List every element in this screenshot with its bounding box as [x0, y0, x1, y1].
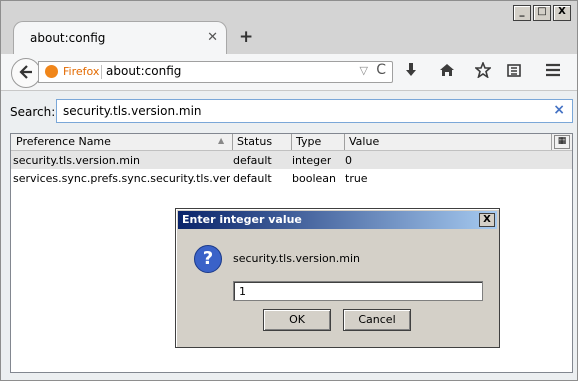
pref-name: services.sync.prefs.sync.security.tls.ve…	[13, 172, 230, 185]
close-window-button[interactable]: X	[553, 5, 571, 21]
pref-value: true	[345, 172, 368, 185]
search-label: Search:	[10, 105, 56, 119]
column-divider[interactable]	[344, 134, 345, 150]
url-bar[interactable]: Firefox about:config ▽ C	[38, 61, 393, 83]
search-input[interactable]: security.tls.version.min ×	[56, 99, 573, 123]
pref-status: default	[233, 172, 272, 185]
pref-status: default	[233, 154, 272, 167]
window-controls: _ □ X	[513, 5, 571, 21]
url-text[interactable]: about:config	[106, 64, 181, 78]
download-icon[interactable]	[403, 62, 419, 82]
firefox-icon	[45, 65, 58, 78]
url-separator	[101, 65, 102, 79]
column-divider[interactable]	[232, 134, 233, 150]
identity-label[interactable]: Firefox	[63, 65, 99, 78]
column-divider[interactable]	[551, 134, 552, 150]
column-picker-icon[interactable]: ▦	[554, 135, 570, 149]
pref-type: boolean	[292, 172, 336, 185]
tab-about-config[interactable]: about:config ✕	[13, 21, 227, 55]
back-arrow-icon[interactable]	[11, 58, 41, 88]
column-header-type[interactable]: Type	[296, 135, 321, 148]
reload-icon[interactable]: C	[376, 62, 386, 78]
column-header-value[interactable]: Value	[349, 135, 379, 148]
pref-type: integer	[292, 154, 332, 167]
table-header: Preference Name ▲ Status Type Value ▦	[11, 134, 572, 151]
star-icon[interactable]	[473, 60, 493, 82]
table-row[interactable]: security.tls.version.min default integer…	[11, 151, 572, 169]
hamburger-icon[interactable]	[544, 62, 562, 82]
dialog-title: Enter integer value	[182, 213, 302, 226]
enter-integer-dialog: Enter integer value X ? security.tls.ver…	[175, 208, 500, 348]
ok-button[interactable]: OK	[263, 309, 331, 331]
column-header-status[interactable]: Status	[237, 135, 272, 148]
navigation-bar: Firefox about:config ▽ C	[1, 54, 577, 91]
integer-input-value: 1	[239, 285, 246, 298]
cancel-button[interactable]: Cancel	[343, 309, 411, 331]
clear-search-icon[interactable]: ×	[553, 102, 565, 118]
maximize-button[interactable]: □	[533, 5, 551, 21]
column-header-name[interactable]: Preference Name	[16, 135, 111, 148]
integer-input[interactable]: 1	[233, 281, 483, 301]
new-tab-icon[interactable]: +	[239, 27, 253, 47]
home-icon[interactable]	[439, 62, 455, 82]
sort-ascending-icon: ▲	[218, 136, 225, 145]
close-tab-icon[interactable]: ✕	[207, 30, 218, 45]
table-row[interactable]: services.sync.prefs.sync.security.tls.ve…	[11, 169, 572, 187]
dialog-title-bar[interactable]: Enter integer value X	[178, 211, 497, 229]
dialog-message: security.tls.version.min	[233, 252, 360, 265]
search-value: security.tls.version.min	[63, 104, 202, 118]
history-dropdown-icon[interactable]: ▽	[360, 64, 368, 77]
pref-value: 0	[345, 154, 352, 167]
question-icon: ?	[194, 245, 222, 273]
dialog-close-button[interactable]: X	[479, 213, 495, 227]
tab-title: about:config	[30, 31, 106, 45]
minimize-button[interactable]: _	[513, 5, 531, 21]
pref-name: security.tls.version.min	[13, 154, 140, 167]
title-bar: _ □ X about:config ✕ +	[1, 1, 577, 55]
column-divider[interactable]	[291, 134, 292, 150]
reading-list-icon[interactable]	[506, 62, 522, 82]
